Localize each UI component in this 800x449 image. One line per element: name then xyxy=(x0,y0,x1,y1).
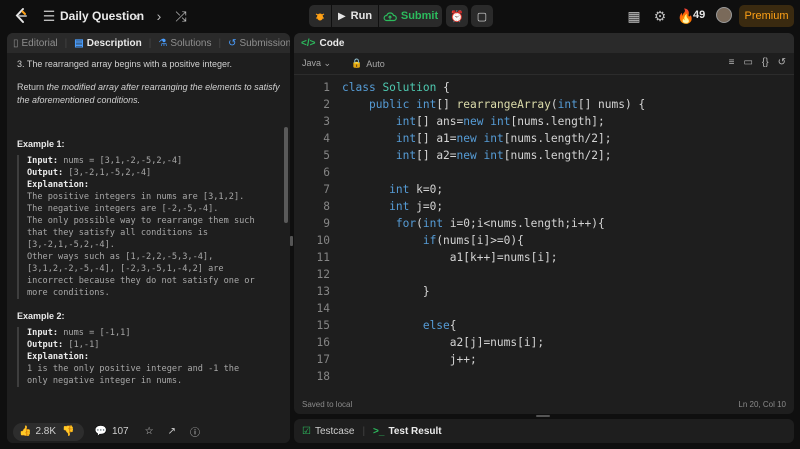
example-1-input: nums = [3,1,-2,-5,2,-4] xyxy=(63,156,183,166)
settings-gear-icon[interactable]: ⚙ xyxy=(651,7,669,25)
format-icon[interactable]: ≡ xyxy=(729,57,735,68)
tab-test-result[interactable]: >_ Test Result xyxy=(373,426,442,437)
streak-count[interactable]: 49 xyxy=(693,9,705,21)
layout-grid-icon[interactable]: ▦ xyxy=(625,7,643,25)
help-icon[interactable]: ⓘ xyxy=(190,424,200,439)
code-panel-header: </> Code xyxy=(294,33,794,53)
terminal-icon: >_ xyxy=(373,425,385,437)
prev-problem-icon[interactable]: ‹ xyxy=(128,7,146,25)
notes-button[interactable]: ▢ xyxy=(471,5,493,27)
cloud-upload-icon xyxy=(383,11,397,21)
problem-description: 3. The rearranged array begins with a po… xyxy=(7,53,290,420)
bookmark-icon[interactable]: ▭ xyxy=(743,57,752,68)
thumbs-down-icon[interactable]: 👎 xyxy=(62,426,74,437)
comments-button[interactable]: 💬 107 xyxy=(94,426,128,437)
tab-testcase[interactable]: ☑ Testcase xyxy=(302,426,354,437)
comment-icon: 💬 xyxy=(94,426,107,437)
description-panel: ▯ Editorial | ▤ Description | ⚗ Solution… xyxy=(7,33,290,443)
run-button[interactable]: ▶ Run xyxy=(332,5,378,27)
thumbs-up-icon[interactable]: 👍 xyxy=(19,426,31,437)
cursor-position: Ln 20, Col 10 xyxy=(738,399,786,409)
flask-icon: ⚗ xyxy=(158,37,168,49)
play-icon: ▶ xyxy=(337,10,346,22)
code-brackets-icon: </> xyxy=(301,37,316,49)
example-2-explanation: 1 is the only positive integer and -1 th… xyxy=(27,364,240,386)
left-tab-bar: ▯ Editorial | ▤ Description | ⚗ Solution… xyxy=(7,33,290,53)
leetcode-logo[interactable] xyxy=(12,7,30,25)
autocomplete-mode[interactable]: Auto xyxy=(366,59,385,69)
console-tab-bar: ☑ Testcase | >_ Test Result xyxy=(294,419,794,443)
save-status: Saved to local xyxy=(302,399,353,409)
history-icon: ↺ xyxy=(228,37,237,49)
example-1-box: Input: nums = [3,1,-2,-5,2,-4] Output: [… xyxy=(17,155,280,299)
shuffle-icon[interactable]: ⤮ xyxy=(172,7,190,25)
next-problem-icon[interactable]: › xyxy=(150,7,168,25)
editor-status-bar: Saved to local Ln 20, Col 10 xyxy=(294,394,794,414)
note-icon: ▢ xyxy=(476,10,488,23)
star-icon[interactable]: ☆ xyxy=(145,426,154,437)
share-icon[interactable]: ↗ xyxy=(168,426,176,437)
avatar[interactable] xyxy=(716,7,732,23)
alarm-clock-icon: ⏰ xyxy=(450,10,464,23)
reset-icon[interactable]: ↺ xyxy=(778,57,786,68)
premium-button[interactable]: Premium xyxy=(739,5,794,27)
example-2-output: [1,-1] xyxy=(68,340,100,350)
timer-button[interactable]: ⏰ xyxy=(446,5,468,27)
tab-solutions[interactable]: ⚗ Solutions xyxy=(158,38,211,49)
document-icon: ▤ xyxy=(74,37,84,49)
run-submit-group: ▶ Run Submit xyxy=(309,5,442,27)
console-resize-handle[interactable] xyxy=(536,415,550,417)
code-editor[interactable]: 1 class Solution { 2 public int[] rearran… xyxy=(294,79,794,384)
return-statement: Return the modified array after rearrang… xyxy=(17,82,280,105)
top-navbar: ☰ Daily Question ‹ › ⤮ ▶ Run Submit ⏰ ▢ xyxy=(0,0,800,32)
condition-line: 3. The rearranged array begins with a po… xyxy=(17,59,232,69)
language-selector[interactable]: Java ⌄ xyxy=(302,58,331,69)
lock-icon: 🔒 xyxy=(351,58,363,68)
like-dislike-pill: 👍 2.8K 👎 xyxy=(13,422,85,441)
bug-icon xyxy=(315,13,325,21)
tab-editorial[interactable]: ▯ Editorial xyxy=(13,38,58,49)
code-editor-panel: </> Code Java ⌄ 🔒 Auto ≡ ▭ {} ↺ 1 class S… xyxy=(294,33,794,414)
description-scrollbar[interactable] xyxy=(284,127,288,223)
example-1-explanation: The positive integers in nums are [3,1,2… xyxy=(27,192,255,298)
example-2-input: nums = [-1,1] xyxy=(63,328,131,338)
code-toolbar: Java ⌄ 🔒 Auto ≡ ▭ {} ↺ xyxy=(294,53,794,75)
example-2-title: Example 2: xyxy=(17,311,65,321)
example-1-output: [3,-2,1,-5,2,-4] xyxy=(68,168,152,178)
tab-submissions[interactable]: ↺ Submissions xyxy=(228,38,290,49)
submit-button[interactable]: Submit xyxy=(379,5,442,27)
example-1-title: Example 1: xyxy=(17,139,65,149)
like-count[interactable]: 2.8K xyxy=(35,426,56,437)
description-footer: 👍 2.8K 👎 💬 107 ☆ ↗ ⓘ xyxy=(7,420,290,443)
book-icon: ▯ xyxy=(13,37,19,49)
debug-button[interactable] xyxy=(309,5,331,27)
tab-description[interactable]: ▤ Description xyxy=(74,38,141,49)
example-2-box: Input: nums = [-1,1] Output: [1,-1] Expl… xyxy=(17,327,280,387)
panel-resize-handle[interactable] xyxy=(290,236,293,246)
braces-icon[interactable]: {} xyxy=(762,57,769,68)
checkbox-icon: ☑ xyxy=(302,425,311,437)
problem-list-icon[interactable]: ☰ xyxy=(40,7,58,25)
